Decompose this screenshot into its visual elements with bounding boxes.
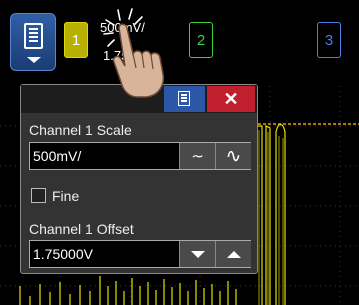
channel-2-button[interactable]: 2 bbox=[189, 22, 213, 58]
close-button[interactable]: ✕ bbox=[207, 86, 255, 112]
scale-label: Channel 1 Scale bbox=[29, 122, 132, 138]
arrow-down-icon bbox=[190, 250, 205, 258]
offset-decrease-button[interactable] bbox=[179, 241, 215, 267]
channel-1-button[interactable]: 1 bbox=[64, 22, 88, 58]
offset-field[interactable]: 1.75000V bbox=[29, 240, 251, 268]
menu-list-icon bbox=[24, 23, 43, 49]
channel-3-button[interactable]: 3 bbox=[317, 22, 341, 58]
scale-decrease-button[interactable]: ∼ bbox=[179, 143, 215, 169]
fine-label: Fine bbox=[52, 188, 80, 204]
offset-label: Channel 1 Offset bbox=[29, 221, 134, 237]
arrow-up-icon bbox=[226, 250, 241, 258]
fine-checkbox[interactable] bbox=[31, 188, 46, 203]
scale-increase-button[interactable]: ∿ bbox=[215, 143, 251, 169]
scale-field[interactable]: 500mV/ ∼ ∿ bbox=[29, 142, 251, 170]
offset-increase-button[interactable] bbox=[215, 241, 251, 267]
scale-value: 500mV/ bbox=[33, 148, 82, 164]
channel-1-label: 1 bbox=[71, 31, 81, 49]
wave-large-icon: ∿ bbox=[225, 145, 242, 167]
channel-3-label: 3 bbox=[324, 31, 334, 49]
tap-gesture-icon bbox=[103, 8, 165, 98]
offset-value: 1.75000V bbox=[33, 246, 93, 262]
wave-small-icon: ∼ bbox=[191, 148, 204, 165]
channel-1-dialog: ✕ Channel 1 Scale 500mV/ ∼ ∿ Fine Channe… bbox=[20, 84, 258, 274]
close-icon: ✕ bbox=[223, 88, 239, 109]
chevron-down-icon bbox=[27, 57, 41, 63]
main-menu-button[interactable] bbox=[10, 13, 56, 71]
channel-2-label: 2 bbox=[196, 31, 206, 49]
